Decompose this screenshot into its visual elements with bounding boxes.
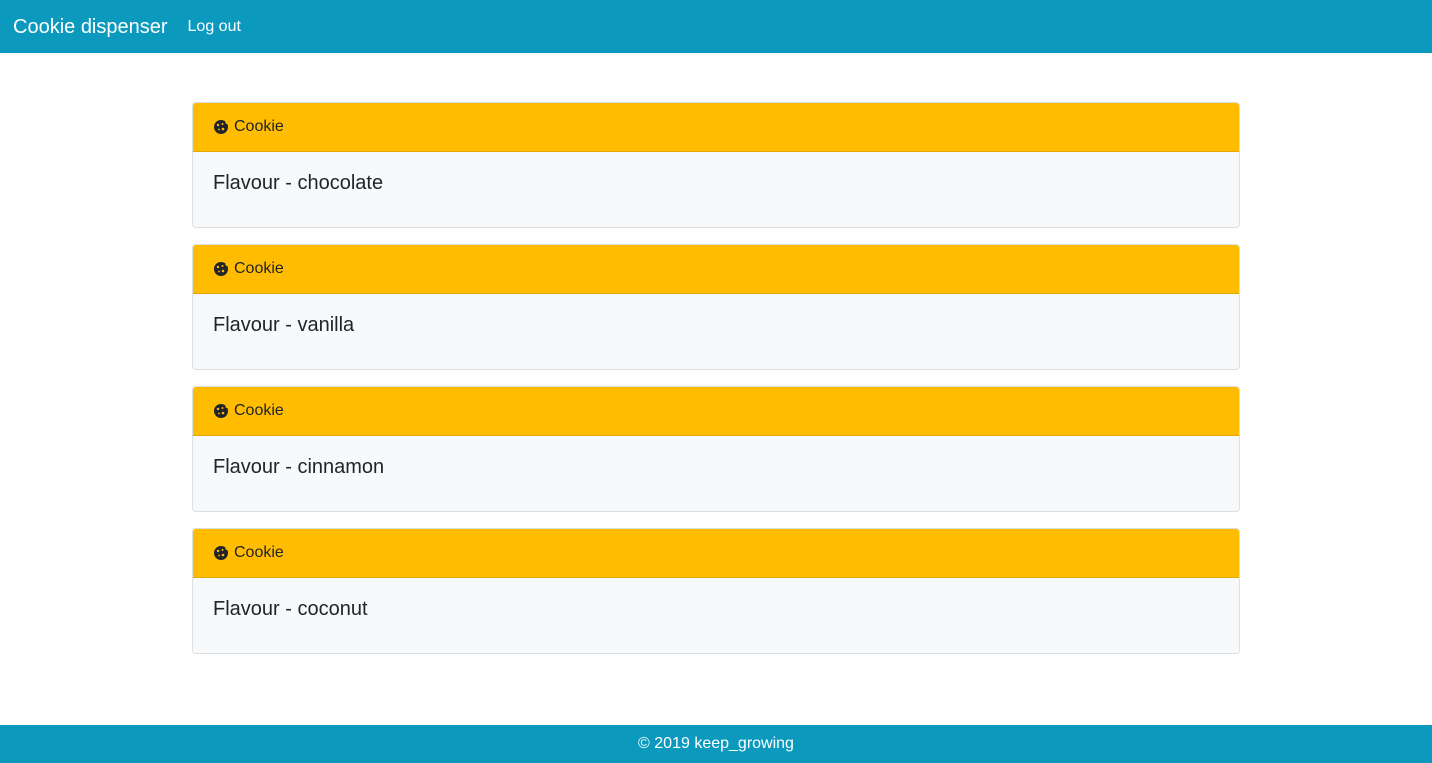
- cookie-card: Cookie Flavour - chocolate: [192, 102, 1240, 228]
- navbar: Cookie dispenser Log out: [0, 0, 1432, 53]
- cookie-card: Cookie Flavour - coconut: [192, 528, 1240, 654]
- cookie-card: Cookie Flavour - cinnamon: [192, 386, 1240, 512]
- cookie-icon: [213, 545, 229, 561]
- card-flavour-text: Flavour - coconut: [213, 598, 368, 620]
- card-flavour-text: Flavour - cinnamon: [213, 456, 385, 478]
- card-header-label: Cookie: [234, 260, 284, 277]
- card-header: Cookie: [193, 387, 1239, 436]
- cookie-icon: [213, 403, 229, 419]
- card-header: Cookie: [193, 103, 1239, 152]
- card-header: Cookie: [193, 245, 1239, 294]
- card-header-label: Cookie: [234, 544, 284, 561]
- footer-copyright: © 2019 keep_growing: [638, 735, 794, 752]
- cookie-list: Cookie Flavour - chocolate Cookie Flavou…: [192, 102, 1240, 670]
- cookie-icon: [213, 261, 229, 277]
- cookie-card: Cookie Flavour - vanilla: [192, 244, 1240, 370]
- card-header: Cookie: [193, 529, 1239, 578]
- card-header-label: Cookie: [234, 402, 284, 419]
- card-flavour-text: Flavour - vanilla: [213, 314, 355, 336]
- card-header-label: Cookie: [234, 118, 284, 135]
- logout-link[interactable]: Log out: [188, 18, 241, 35]
- cookie-icon: [213, 119, 229, 135]
- footer: © 2019 keep_growing: [0, 725, 1432, 763]
- card-flavour-text: Flavour - chocolate: [213, 172, 384, 194]
- brand-link[interactable]: Cookie dispenser: [13, 17, 168, 37]
